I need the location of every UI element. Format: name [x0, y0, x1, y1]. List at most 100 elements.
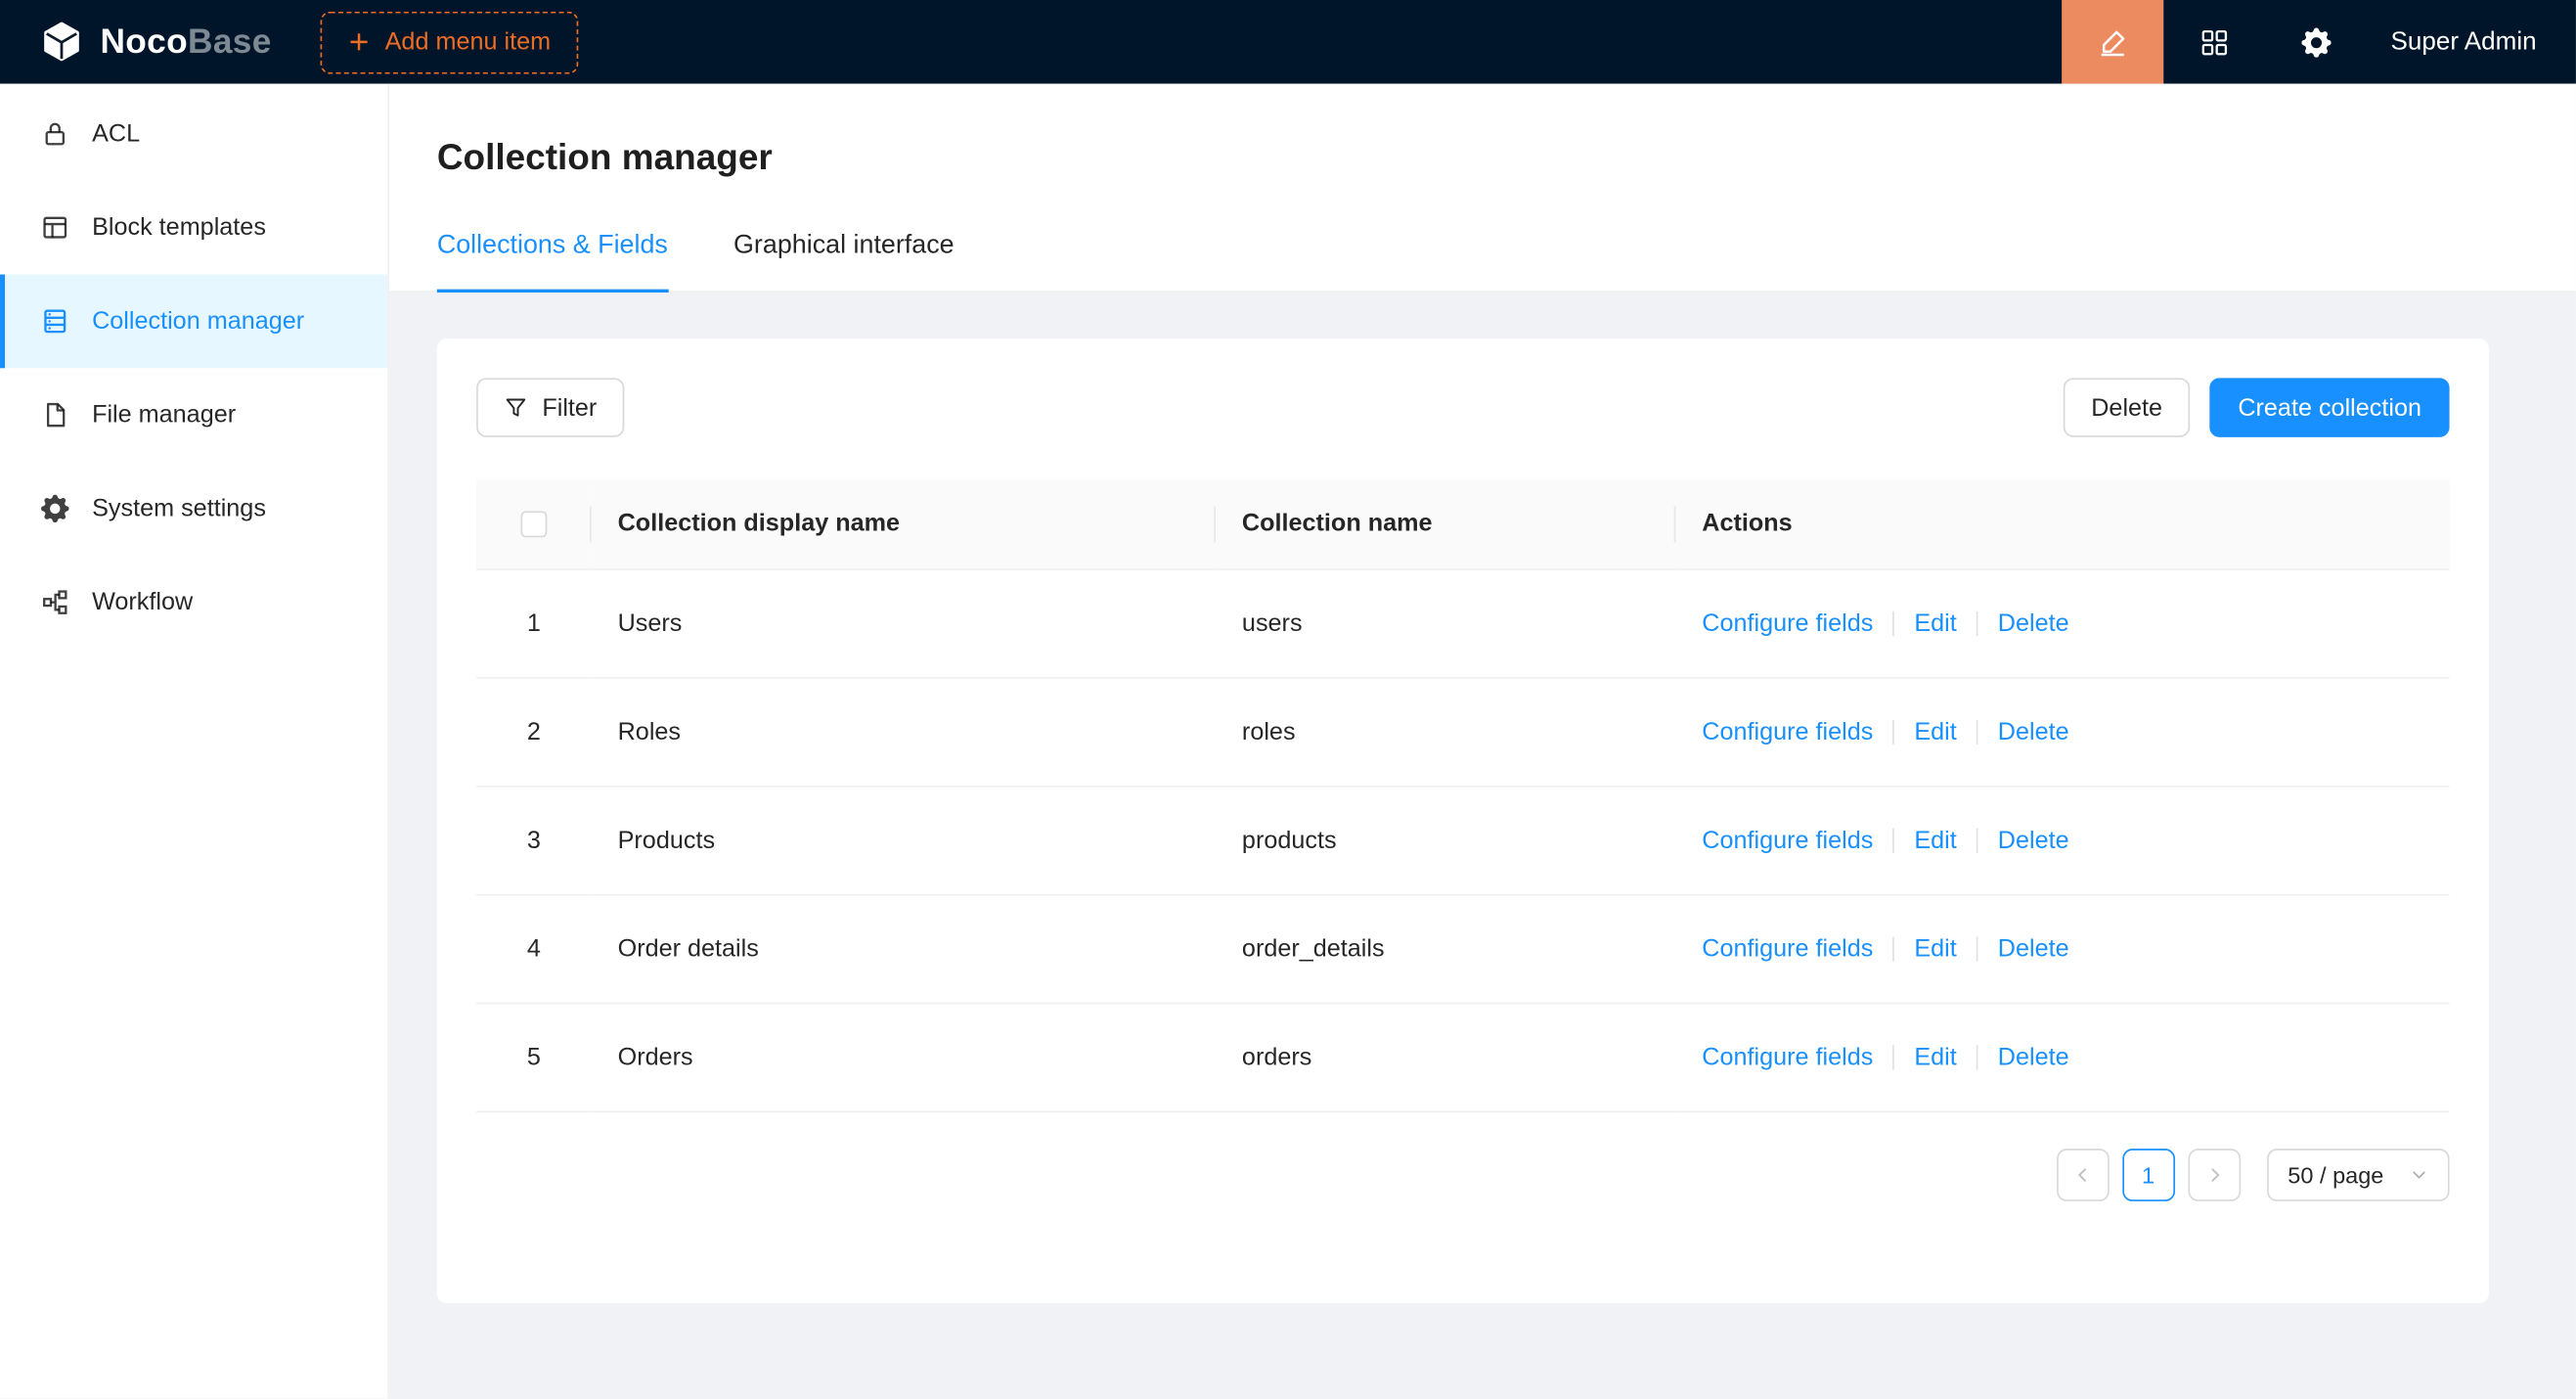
configure-fields-link[interactable]: Configure fields — [1702, 1043, 1873, 1071]
topbar: NocoBase Add menu item — [0, 0, 2576, 84]
sidebar-item-file-manager[interactable]: File manager — [0, 368, 387, 462]
action-divider — [1976, 936, 1978, 961]
chevron-down-icon — [2410, 1165, 2427, 1183]
nocobase-logo-icon — [39, 20, 83, 64]
highlighter-icon — [2099, 27, 2128, 57]
row-index: 5 — [476, 1003, 592, 1111]
page-title: Collection manager — [437, 133, 2576, 182]
gear-icon — [41, 495, 69, 523]
next-page-button[interactable] — [2188, 1148, 2241, 1200]
delete-button[interactable]: Delete — [2064, 378, 2191, 436]
logo-text: NocoBase — [100, 23, 271, 62]
sidebar-item-system-settings[interactable]: System settings — [0, 462, 387, 556]
collections-table: Collection display name Collection name … — [476, 480, 2449, 1112]
main-area: Collection manager Collections & Fields … — [389, 84, 2576, 1399]
sidebar-item-block-templates[interactable]: Block templates — [0, 181, 387, 275]
delete-link[interactable]: Delete — [1998, 609, 2069, 637]
page-1-button[interactable]: 1 — [2122, 1148, 2175, 1200]
delete-label: Delete — [2091, 393, 2162, 422]
delete-link[interactable]: Delete — [1998, 826, 2069, 854]
table-row: 5 Orders orders Configure fields Edit De… — [476, 1003, 2449, 1111]
settings-button[interactable] — [2266, 0, 2368, 84]
layout-icon — [41, 213, 69, 242]
app-root: NocoBase Add menu item — [0, 0, 2576, 1399]
table-row: 1 Users users Configure fields Edit Dele… — [476, 568, 2449, 677]
lock-icon — [41, 120, 69, 149]
sidebar-item-label: Workflow — [92, 588, 193, 616]
filter-icon — [505, 396, 528, 420]
collection-name: products — [1216, 786, 1675, 894]
configure-fields-link[interactable]: Configure fields — [1702, 934, 1873, 963]
collection-display-name: Roles — [592, 677, 1216, 786]
configure-fields-link[interactable]: Configure fields — [1702, 826, 1873, 854]
create-collection-button[interactable]: Create collection — [2210, 378, 2450, 436]
column-header-name: Collection name — [1216, 480, 1675, 569]
grid-icon — [2200, 27, 2230, 57]
action-divider — [1893, 1045, 1895, 1069]
table-row: 4 Order details order_details Configure … — [476, 894, 2449, 1003]
table-header-row: Collection display name Collection name … — [476, 480, 2449, 569]
create-collection-label: Create collection — [2238, 393, 2421, 422]
file-icon — [41, 401, 69, 429]
add-menu-item-button[interactable]: Add menu item — [321, 11, 579, 73]
configure-fields-link[interactable]: Configure fields — [1702, 609, 1873, 637]
row-index: 3 — [476, 786, 592, 894]
action-divider — [1893, 936, 1895, 961]
sidebar-item-workflow[interactable]: Workflow — [0, 556, 387, 650]
workflow-icon — [41, 588, 69, 616]
action-divider — [1893, 828, 1895, 852]
select-all-checkbox[interactable] — [520, 512, 547, 538]
logo-text-secondary: Base — [188, 23, 272, 61]
sidebar-item-label: Collection manager — [92, 307, 304, 336]
pagination: 1 50 / page — [476, 1148, 2449, 1200]
current-user[interactable]: Super Admin — [2391, 27, 2537, 57]
add-menu-item-label: Add menu item — [385, 28, 551, 57]
configure-fields-link[interactable]: Configure fields — [1702, 717, 1873, 745]
sidebar-item-acl[interactable]: ACL — [0, 87, 387, 181]
action-divider — [1976, 828, 1978, 852]
sidebar-item-label: Block templates — [92, 213, 266, 242]
delete-link[interactable]: Delete — [1998, 1043, 2069, 1071]
collection-name: order_details — [1216, 894, 1675, 1003]
edit-link[interactable]: Edit — [1914, 609, 1956, 637]
delete-link[interactable]: Delete — [1998, 934, 2069, 963]
database-icon — [41, 307, 69, 336]
tab-graphical-interface[interactable]: Graphical interface — [733, 228, 955, 291]
collection-display-name: Order details — [592, 894, 1216, 1003]
sidebar: ACL Block templates — [0, 84, 389, 1399]
plus-icon — [349, 31, 371, 53]
prev-page-button[interactable] — [2056, 1148, 2109, 1200]
action-divider — [1893, 610, 1895, 635]
sidebar-item-label: ACL — [92, 120, 140, 149]
table-row: 2 Roles roles Configure fields Edit Dele… — [476, 677, 2449, 786]
collection-name: roles — [1216, 677, 1675, 786]
action-divider — [1976, 1045, 1978, 1069]
row-index: 2 — [476, 677, 592, 786]
action-divider — [1976, 610, 1978, 635]
edit-link[interactable]: Edit — [1914, 1043, 1956, 1071]
plugins-button[interactable] — [2164, 0, 2266, 84]
tab-collections-fields[interactable]: Collections & Fields — [437, 228, 668, 291]
collection-name: users — [1216, 568, 1675, 677]
page-header: Collection manager Collections & Fields … — [389, 84, 2576, 293]
collection-name: orders — [1216, 1003, 1675, 1111]
nocobase-logo[interactable]: NocoBase — [39, 20, 271, 64]
delete-link[interactable]: Delete — [1998, 717, 2069, 745]
collection-display-name: Orders — [592, 1003, 1216, 1111]
page-size-value: 50 / page — [2287, 1161, 2383, 1188]
page-content: Filter Delete Create collection — [389, 293, 2576, 1399]
row-index: 1 — [476, 568, 592, 677]
gear-icon — [2302, 27, 2332, 57]
edit-link[interactable]: Edit — [1914, 717, 1956, 745]
edit-link[interactable]: Edit — [1914, 826, 1956, 854]
ui-editor-button[interactable] — [2063, 0, 2164, 84]
card-toolbar: Filter Delete Create collection — [476, 378, 2449, 436]
edit-link[interactable]: Edit — [1914, 934, 1956, 963]
filter-label: Filter — [542, 393, 597, 422]
table-row: 3 Products products Configure fields Edi… — [476, 786, 2449, 894]
sidebar-item-collection-manager[interactable]: Collection manager — [0, 275, 387, 369]
filter-button[interactable]: Filter — [476, 378, 625, 436]
topbar-right: Super Admin — [2063, 0, 2576, 84]
column-header-actions: Actions — [1675, 480, 2449, 569]
page-size-select[interactable]: 50 / page — [2266, 1148, 2449, 1200]
